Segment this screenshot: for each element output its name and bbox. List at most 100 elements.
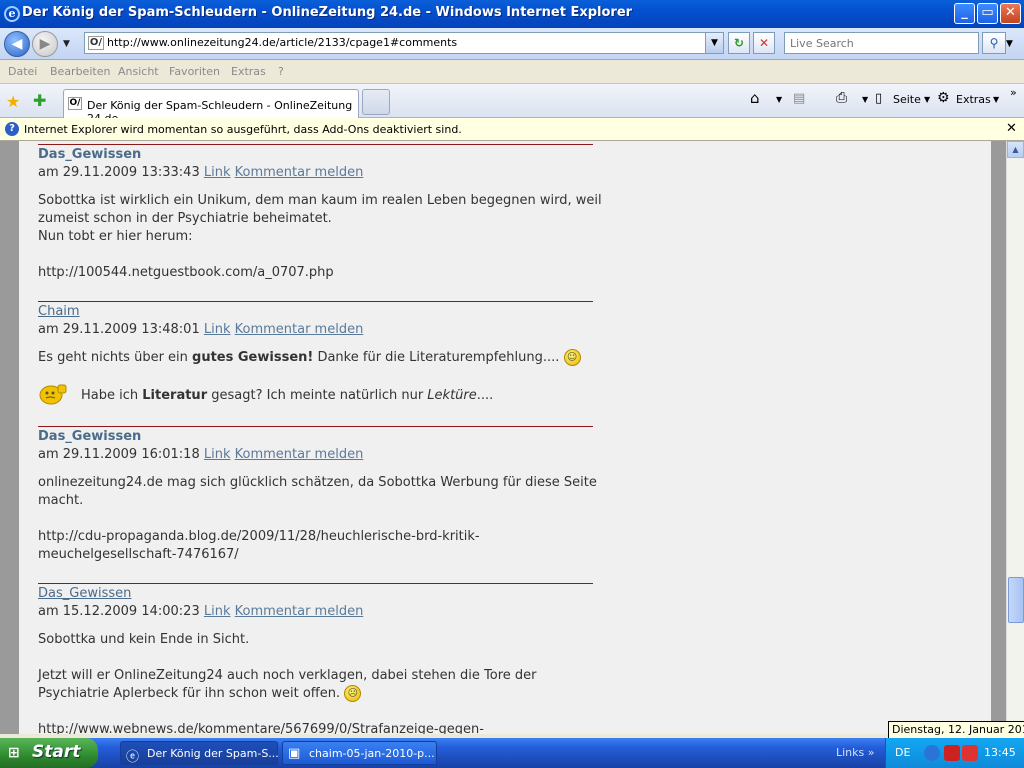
scrollbar-thumb[interactable] — [1008, 577, 1024, 623]
text-span: Habe ich — [81, 388, 143, 403]
comment-separator — [38, 301, 593, 302]
comment-date: am 29.11.2009 16:01:18 — [38, 447, 200, 462]
info-question-icon: ? — [5, 122, 19, 136]
text-span: Es geht nichts über ein — [38, 350, 193, 365]
tray-arrow-icon[interactable] — [924, 745, 940, 761]
print-dropdown-icon[interactable]: ▼ — [862, 95, 868, 104]
menu-datei[interactable]: Datei — [8, 65, 37, 78]
feeds-icon[interactable]: ▤ — [793, 91, 805, 106]
report-comment-link[interactable]: Kommentar melden — [235, 322, 364, 337]
comment-text: Sobottka ist wirklich ein Unikum, dem ma… — [38, 193, 602, 208]
start-button[interactable]: ⊞ Start — [0, 738, 98, 768]
menu-bar: Datei Bearbeiten Ansicht Favoriten Extra… — [0, 60, 1024, 84]
favorites-star-icon[interactable]: ★ — [6, 92, 20, 111]
clock[interactable]: 13:45 — [984, 746, 1016, 759]
comment-separator — [38, 583, 593, 584]
vertical-scrollbar[interactable]: ▲ — [1006, 141, 1024, 734]
taskbar-item-ie[interactable]: ⓔ Der König der Spam-S... — [120, 741, 279, 765]
tray-security-icon[interactable] — [962, 745, 978, 761]
report-comment-link[interactable]: Kommentar melden — [235, 447, 364, 462]
page-menu-button[interactable]: Seite — [893, 93, 921, 106]
comment-meta: am 29.11.2009 16:01:18 Link Kommentar me… — [38, 446, 593, 464]
stop-button[interactable]: ✕ — [753, 32, 775, 54]
links-label: Links — [836, 746, 865, 759]
page-viewport: Das_Gewissen am 29.11.2009 13:33:43 Link… — [0, 141, 1006, 734]
infobar-close-icon[interactable]: ✕ — [1006, 121, 1017, 136]
date-tooltip: Dienstag, 12. Januar 2010 — [888, 721, 1024, 739]
menu-favoriten[interactable]: Favoriten — [169, 65, 220, 78]
search-box[interactable] — [784, 32, 979, 54]
new-tab-button[interactable] — [362, 89, 390, 115]
ie-logo-icon: e — [4, 6, 20, 22]
minimize-button[interactable]: _ — [954, 3, 975, 24]
home-dropdown-icon[interactable]: ▼ — [776, 95, 782, 104]
comment-author: Das_Gewissen — [38, 429, 142, 444]
text-span: .... — [476, 388, 494, 403]
comment-link[interactable]: Link — [204, 604, 231, 619]
comment-url-text: http://100544.netguestbook.com/a_0707.ph… — [38, 265, 334, 280]
page-icon: ▯ — [875, 91, 883, 106]
comment-text — [38, 649, 593, 667]
comment-meta: am 29.11.2009 13:33:43 Link Kommentar me… — [38, 164, 593, 182]
menu-extras[interactable]: Extras — [231, 65, 266, 78]
comment-text — [38, 510, 593, 528]
address-url[interactable]: http://www.onlinezeitung24.de/article/21… — [107, 36, 457, 49]
taskbar: ⊞ Start ⓔ Der König der Spam-S... ▣ chai… — [0, 738, 1024, 768]
maximize-button[interactable]: ▭ — [977, 3, 998, 24]
toolbar-overflow-icon[interactable]: » — [1010, 86, 1017, 99]
history-dropdown-icon[interactable]: ▼ — [63, 39, 70, 49]
comment: Das_Gewissen am 29.11.2009 16:01:18 Link… — [38, 428, 597, 564]
address-dropdown-icon[interactable]: ▼ — [705, 33, 723, 53]
scroll-up-icon[interactable]: ▲ — [1007, 141, 1024, 158]
comment-text: zumeist schon in der Psychiatrie beheima… — [38, 211, 332, 226]
information-bar[interactable]: ? Internet Explorer wird momentan so aus… — [0, 118, 1024, 141]
links-toolbar[interactable]: Links » — [836, 746, 875, 759]
comment-text — [38, 703, 593, 721]
tools-dropdown-icon[interactable]: ▼ — [993, 95, 999, 104]
menu-help[interactable]: ? — [278, 65, 284, 78]
refresh-button[interactable]: ↻ — [728, 32, 750, 54]
comment-separator — [38, 426, 593, 427]
tools-menu-button[interactable]: Extras — [956, 93, 991, 106]
search-icon[interactable]: ⚲ — [982, 32, 1006, 54]
print-icon[interactable]: ⎙ — [836, 90, 847, 106]
comment-author-link[interactable]: Chaim — [38, 303, 593, 321]
comment-link[interactable]: Link — [204, 447, 231, 462]
bold-text: gutes Gewissen! — [192, 350, 314, 365]
report-comment-link[interactable]: Kommentar melden — [235, 165, 364, 180]
home-icon[interactable]: ⌂ — [750, 89, 760, 107]
search-options-dropdown-icon[interactable]: ▼ — [1006, 39, 1013, 49]
comment-link[interactable]: Link — [204, 322, 231, 337]
comment-link[interactable]: Link — [204, 165, 231, 180]
tab-active[interactable]: O/ Der König der Spam-Schleudern - Onlin… — [63, 89, 359, 125]
gear-icon: ⚙ — [937, 90, 950, 106]
tray-network-icon[interactable] — [944, 745, 960, 761]
forward-button[interactable]: ▶ — [32, 31, 58, 57]
comment-text: onlinezeitung24.de mag sich glücklich sc… — [38, 475, 597, 490]
tab-bar: ★ ✚ O/ Der König der Spam-Schleudern - O… — [0, 84, 1024, 125]
taskbar-item-image[interactable]: ▣ chaim-05-jan-2010-p... — [282, 741, 437, 765]
page-body: Das_Gewissen am 29.11.2009 13:33:43 Link… — [19, 141, 991, 734]
language-indicator[interactable]: DE — [895, 746, 910, 759]
windows-logo-icon: ⊞ — [8, 745, 20, 761]
italic-text: Lektüre — [427, 388, 477, 403]
close-button[interactable]: ✕ — [1000, 3, 1021, 24]
smiley-icon: ☺ — [563, 349, 581, 366]
comment-meta: am 15.12.2009 14:00:23 Link Kommentar me… — [38, 603, 593, 621]
title-bar: e Der König der Spam-Schleudern - Online… — [0, 0, 1024, 28]
menu-bearbeiten[interactable]: Bearbeiten — [50, 65, 110, 78]
text-span: Danke für die Literaturempfehlung.... — [313, 350, 560, 365]
comment-text: Nun tobt er hier herum: — [38, 229, 193, 244]
menu-ansicht[interactable]: Ansicht — [118, 65, 159, 78]
tab-favicon-icon: O/ — [68, 97, 82, 110]
thinking-smiley-icon — [38, 383, 68, 405]
address-bar[interactable]: O/ http://www.onlinezeitung24.de/article… — [84, 32, 724, 54]
back-button[interactable]: ◀ — [4, 31, 30, 57]
comment-author-link[interactable]: Das_Gewissen — [38, 585, 593, 603]
page-dropdown-icon[interactable]: ▼ — [924, 95, 930, 104]
report-comment-link[interactable]: Kommentar melden — [235, 604, 364, 619]
comment-separator — [38, 144, 593, 145]
add-favorite-icon[interactable]: ✚ — [33, 91, 46, 110]
search-input[interactable] — [788, 34, 968, 52]
infobar-text: Internet Explorer wird momentan so ausge… — [24, 123, 462, 136]
